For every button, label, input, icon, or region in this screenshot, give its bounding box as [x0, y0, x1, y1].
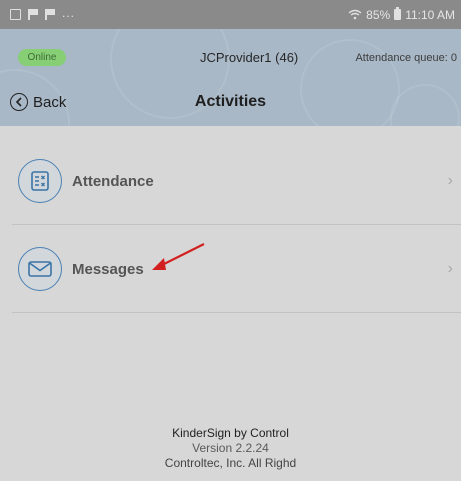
app-version: Version 2.2.24	[192, 441, 269, 455]
annotation-arrow-icon	[152, 243, 205, 270]
app-name: KinderSign by Control	[172, 426, 289, 440]
copyright-text: Controltec, Inc. All Righd	[164, 456, 297, 470]
app-footer: KinderSign by Control Version 2.2.24 Con…	[0, 426, 461, 471]
